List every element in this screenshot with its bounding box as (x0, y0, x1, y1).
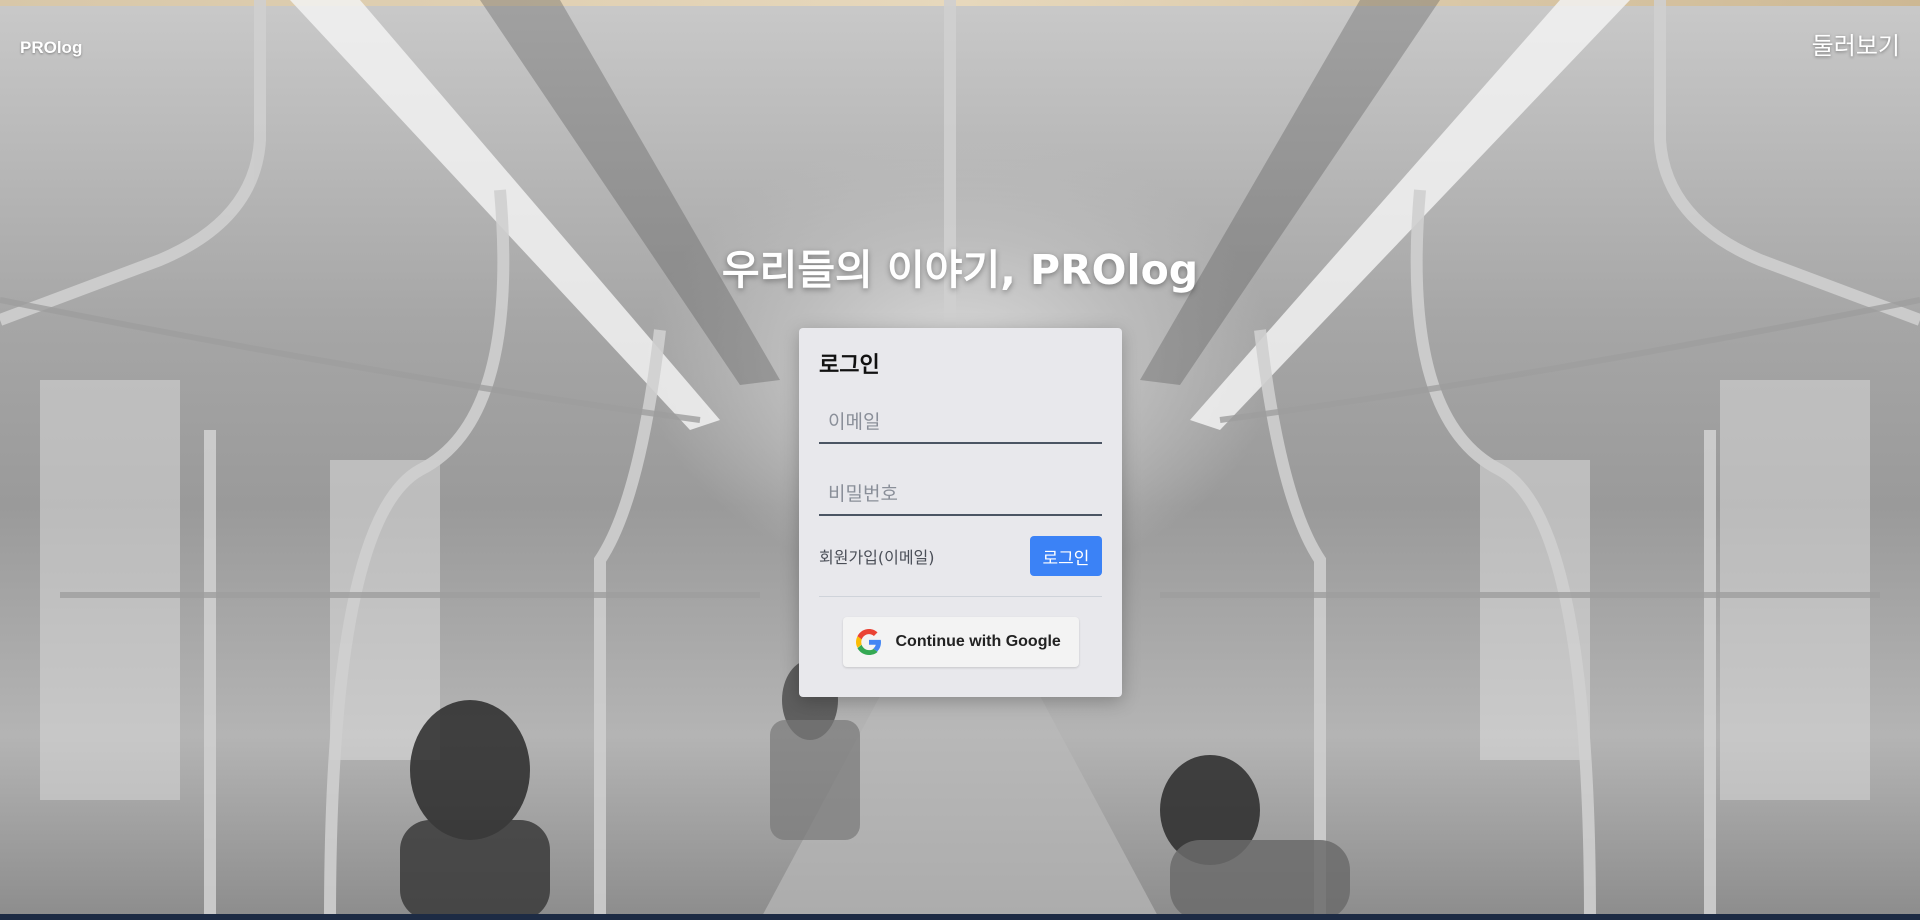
password-input[interactable] (819, 474, 1102, 516)
brand-logo-link[interactable]: PROlog (20, 38, 82, 58)
hero-headline: 우리들의 이야기, PROlog (721, 246, 1199, 294)
login-actions: 회원가입(이메일) 로그인 (819, 536, 1102, 576)
google-icon (855, 629, 882, 655)
browse-link[interactable]: 둘러보기 (1812, 26, 1900, 61)
login-card-title: 로그인 (819, 353, 880, 378)
signup-email-link[interactable]: 회원가입(이메일) (819, 544, 935, 568)
google-login-button[interactable]: Continue with Google (842, 617, 1079, 667)
bottom-border (0, 914, 1920, 920)
google-button-label: Continue with Google (895, 633, 1061, 650)
login-card: 로그인 회원가입(이메일) 로그인 Continue with Google (799, 328, 1122, 697)
email-input[interactable] (819, 402, 1102, 444)
divider (819, 596, 1102, 597)
login-button[interactable]: 로그인 (1030, 536, 1102, 576)
